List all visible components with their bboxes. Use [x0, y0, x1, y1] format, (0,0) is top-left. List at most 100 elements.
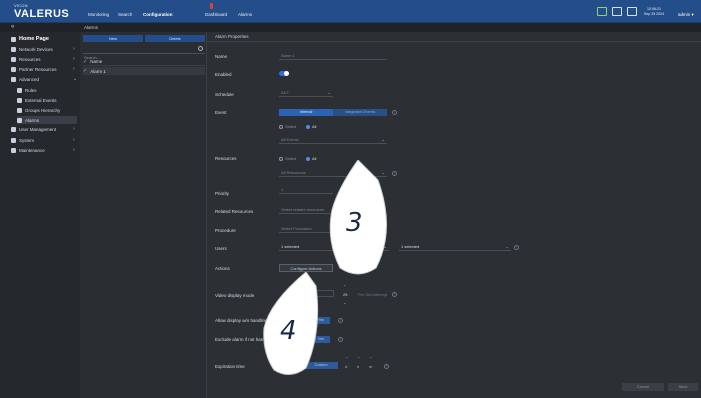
- expiration-minutes[interactable]: m: [369, 364, 372, 369]
- collapse-sidebar-icon[interactable]: «: [11, 24, 14, 30]
- users-value: 1 selected: [281, 244, 300, 249]
- cancel-button[interactable]: Cancel: [622, 383, 664, 391]
- flag-icon[interactable]: [627, 7, 637, 16]
- actions-label: Actions: [215, 266, 230, 271]
- panel-title: Alarm Properties: [215, 34, 249, 39]
- status-icon[interactable]: [597, 7, 607, 16]
- expiration-hours[interactable]: h: [357, 364, 359, 369]
- check-icon[interactable]: ✓: [83, 68, 87, 74]
- sidebar-item-maintenance[interactable]: Maintenance ›: [11, 146, 75, 154]
- event-value: All Events: [281, 137, 299, 142]
- search-box: [83, 46, 205, 61]
- priority-value: 1: [281, 187, 284, 192]
- sidebar-item-label: Partner Resources: [19, 66, 57, 72]
- home-icon: [11, 36, 16, 42]
- radio-dot: [279, 156, 283, 161]
- info-icon[interactable]: i: [338, 337, 343, 342]
- notification-icon[interactable]: [612, 7, 622, 16]
- stepper-up-icon[interactable]: ⌃: [345, 356, 348, 361]
- sidebar-item-groups-hierarchy[interactable]: Groups Hierarchy: [17, 106, 60, 114]
- nav-monitoring[interactable]: Monitoring: [88, 12, 109, 17]
- top-navigation-bar: VICON VALERUS Monitoring Search Configur…: [0, 0, 701, 23]
- product-name: VALERUS: [14, 8, 70, 20]
- name-label: Name: [215, 54, 228, 59]
- callout-number: 4: [280, 316, 297, 346]
- sidebar-item-external-events[interactable]: External Events: [17, 96, 57, 104]
- schedule-value: 24/7: [281, 90, 289, 95]
- sidebar-item-network-devices[interactable]: Network Devices ›: [11, 45, 75, 53]
- sidebar-item-partner-resources[interactable]: Partner Resources ›: [11, 65, 75, 73]
- sidebar-item-label: Maintenance: [19, 147, 45, 153]
- enabled-toggle[interactable]: [279, 71, 289, 76]
- event-radio-select[interactable]: Select: [279, 124, 296, 129]
- schedule-select[interactable]: 24/7 ⌄: [279, 90, 333, 97]
- gear-icon: [11, 137, 16, 143]
- sidebar-item-label: Alarms: [25, 117, 40, 123]
- search-icon[interactable]: [198, 46, 203, 51]
- resources-radio-all[interactable]: All: [306, 156, 316, 161]
- info-icon[interactable]: i: [384, 364, 389, 369]
- advanced-icon: [11, 76, 16, 82]
- stepper-up-icon[interactable]: ⌃: [343, 284, 346, 289]
- info-icon[interactable]: i: [338, 318, 343, 323]
- sidebar-item-label: Rules: [25, 87, 37, 93]
- sidebar-item-system[interactable]: System ›: [11, 136, 75, 144]
- sidebar-item-advanced[interactable]: Advanced ⌄: [11, 75, 77, 83]
- list-item[interactable]: ✓ Alarm 1: [83, 67, 205, 75]
- info-icon[interactable]: i: [392, 292, 397, 297]
- chevron-down-icon: ⌄: [73, 76, 78, 82]
- stepper-up-icon[interactable]: ⌃: [357, 356, 360, 361]
- nav-dashboard[interactable]: Dashboard: [205, 12, 227, 17]
- priority-label: Priority: [215, 191, 230, 196]
- related-resources-label: Related Resources: [215, 209, 254, 214]
- sidebar-item-label: Resources: [19, 56, 41, 62]
- video-number[interactable]: 25: [343, 292, 347, 297]
- info-icon[interactable]: i: [392, 110, 397, 115]
- event-select[interactable]: All Events ⌄: [279, 137, 387, 144]
- enabled-label: Enabled: [215, 72, 232, 77]
- sidebar-item-label: Home Page: [19, 36, 49, 42]
- external-events-icon: [17, 97, 22, 103]
- callout-3: 3: [318, 159, 398, 280]
- check-icon[interactable]: ✓: [83, 59, 87, 65]
- rules-icon: [17, 87, 22, 93]
- clock-date: Sep 25 2024: [643, 11, 665, 16]
- chevron-right-icon: ›: [73, 137, 75, 143]
- breadcrumb-current: Alarms: [84, 25, 99, 30]
- event-radio-all[interactable]: All: [306, 124, 316, 129]
- divider: [207, 41, 701, 42]
- resources-label: Resources: [215, 156, 237, 161]
- stepper-down-icon[interactable]: ⌄: [343, 300, 346, 305]
- nav-search[interactable]: Search: [118, 12, 132, 17]
- resources-value: All Resources: [281, 170, 306, 175]
- sidebar-item-rules[interactable]: Rules: [17, 86, 37, 94]
- new-button[interactable]: New: [83, 35, 143, 42]
- stepper-up-icon[interactable]: ⌃: [369, 356, 372, 361]
- tab-internal[interactable]: Internal: [279, 109, 333, 116]
- callout-4: 4: [258, 271, 320, 380]
- camera-icon: [11, 56, 16, 62]
- list-header[interactable]: ✓ Name: [83, 58, 205, 66]
- user-name: admin: [678, 12, 691, 17]
- alarm-list-panel: [80, 32, 207, 398]
- save-button[interactable]: Save: [668, 383, 698, 391]
- users-select-2[interactable]: 1 selected ⌄: [399, 244, 511, 251]
- chevron-right-icon: ›: [73, 66, 75, 72]
- sidebar-item-alarms[interactable]: Alarms: [17, 116, 77, 124]
- info-icon[interactable]: i: [514, 245, 519, 250]
- nav-configuration[interactable]: Configuration: [143, 12, 173, 17]
- sidebar-item-resources[interactable]: Resources ›: [11, 55, 75, 63]
- name-field[interactable]: Alarm 1: [279, 53, 387, 60]
- sidebar-item-user-management[interactable]: User Management ›: [11, 125, 75, 133]
- nav-alarms[interactable]: Alarms: [238, 12, 252, 17]
- resources-radio-select[interactable]: Select: [279, 156, 296, 161]
- tab-integration-events[interactable]: Integration Events: [333, 109, 387, 116]
- procedure-label: Procedure: [215, 228, 236, 233]
- radio-dot: [279, 124, 283, 129]
- delete-button[interactable]: Delete: [145, 35, 205, 42]
- expiration-days[interactable]: d: [345, 364, 347, 369]
- user-menu[interactable]: admin ▾: [678, 12, 694, 18]
- list-header-label: Name: [90, 59, 103, 64]
- clock: 12:06:21 Sep 25 2024: [643, 7, 665, 16]
- sidebar-item-home[interactable]: Home Page: [11, 35, 49, 43]
